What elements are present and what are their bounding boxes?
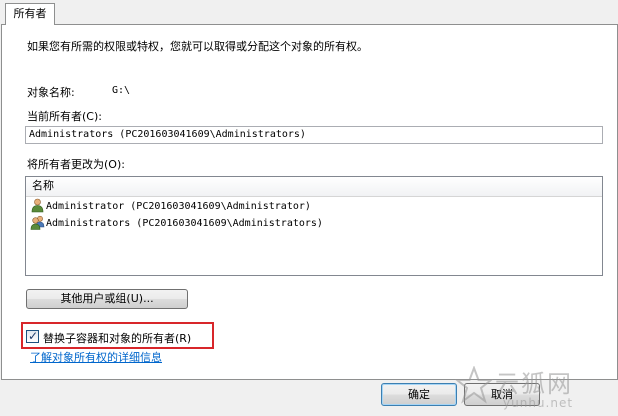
current-owner-field[interactable]: Administrators (PC201603041609\Administr…	[25, 126, 603, 144]
user-icon	[31, 198, 44, 213]
owner-listbox[interactable]: 名称 Administrator (PC201603041609\Adminis…	[25, 176, 603, 276]
object-name-value: G:\	[112, 85, 131, 96]
list-item[interactable]: Administrator (PC201603041609\Administra…	[26, 197, 602, 214]
checkmark-icon: ✓	[28, 329, 39, 343]
other-users-button[interactable]: 其他用户或组(U)...	[26, 289, 188, 309]
intro-text: 如果您有所需的权限或特权，您就可以取得或分配这个对象的所有权。	[27, 40, 368, 53]
ok-button[interactable]: 确定	[381, 383, 457, 406]
replace-owner-checkbox[interactable]: ✓	[26, 329, 39, 343]
list-item-label: Administrators (PC201603041609\Administr…	[46, 218, 323, 229]
list-item[interactable]: Administrators (PC201603041609\Administr…	[26, 214, 602, 231]
object-name-label: 对象名称:	[27, 86, 75, 99]
users-group-icon	[30, 215, 45, 230]
column-header-name[interactable]: 名称	[26, 177, 602, 197]
current-owner-label: 当前所有者(C):	[27, 110, 102, 123]
learn-more-link[interactable]: 了解对象所有权的详细信息	[30, 349, 162, 365]
list-item-label: Administrator (PC201603041609\Administra…	[46, 201, 311, 212]
replace-owner-label[interactable]: 替换子容器和对象的所有者(R)	[43, 330, 191, 346]
cancel-button[interactable]: 取消	[464, 383, 540, 406]
tab-owner[interactable]: 所有者	[5, 3, 55, 25]
change-owner-label: 将所有者更改为(O):	[27, 158, 125, 171]
